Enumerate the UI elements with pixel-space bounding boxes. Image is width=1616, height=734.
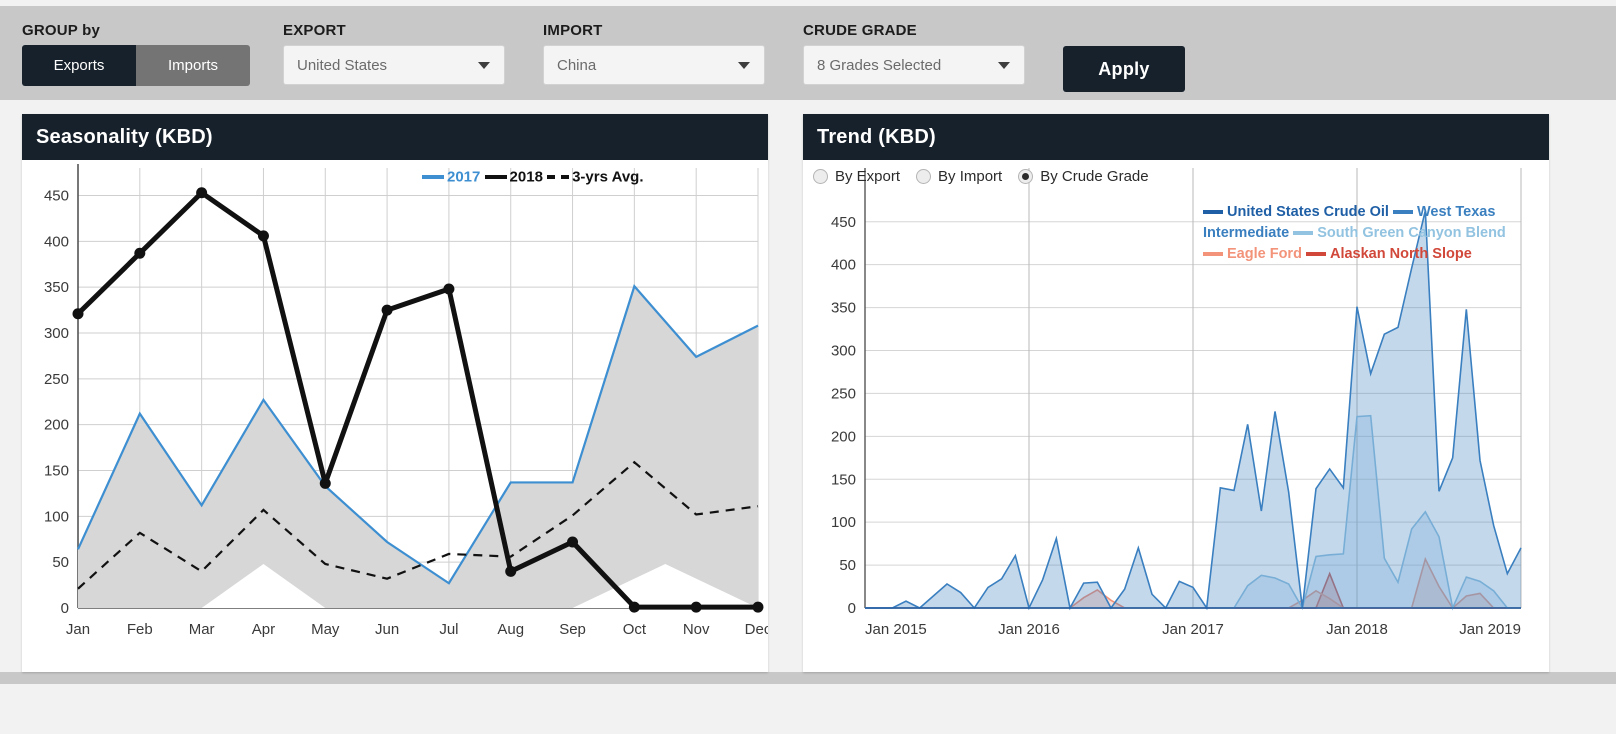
svg-text:400: 400	[44, 233, 69, 250]
import-select-value: China	[557, 56, 597, 74]
chevron-down-icon	[998, 62, 1010, 69]
crude-grade-control: CRUDE GRADE 8 Grades Selected	[803, 22, 1025, 85]
seasonality-panel-title: Seasonality (KBD)	[36, 125, 213, 148]
export-select[interactable]: United States	[283, 45, 505, 85]
import-select[interactable]: China	[543, 45, 765, 85]
svg-text:Feb: Feb	[127, 621, 153, 638]
radio-circle-icon	[813, 169, 828, 184]
svg-text:Nov: Nov	[683, 621, 710, 638]
dashboard-root: GROUP by Exports Imports EXPORT United S…	[0, 0, 1616, 734]
svg-text:Oct: Oct	[623, 621, 647, 638]
svg-text:Jan: Jan	[66, 621, 90, 638]
svg-text:100: 100	[44, 508, 69, 525]
svg-text:0: 0	[848, 600, 856, 617]
trend-panel-title: Trend (KBD)	[817, 125, 936, 148]
svg-text:50: 50	[52, 554, 69, 571]
chevron-down-icon	[478, 62, 490, 69]
svg-text:0: 0	[61, 600, 69, 617]
svg-text:150: 150	[831, 471, 856, 488]
trend-group-radios: By Export By Import By Crude Grade	[813, 168, 1155, 185]
svg-text:400: 400	[831, 257, 856, 274]
crude-grade-select[interactable]: 8 Grades Selected	[803, 45, 1025, 85]
apply-control: Apply	[1063, 46, 1185, 92]
svg-text:Jul: Jul	[439, 621, 458, 638]
svg-text:Aug: Aug	[497, 621, 524, 638]
svg-text:100: 100	[831, 514, 856, 531]
svg-text:250: 250	[44, 371, 69, 388]
svg-text:450: 450	[44, 188, 69, 205]
svg-text:Sep: Sep	[559, 621, 586, 638]
radio-by-import[interactable]: By Import	[916, 168, 1002, 185]
radio-by-crude-grade[interactable]: By Crude Grade	[1018, 168, 1149, 185]
seasonality-panel: Seasonality (KBD) 2017 2018 3-yrs Avg. 5…	[22, 114, 772, 672]
seasonality-panel-header: Seasonality (KBD)	[22, 114, 768, 160]
radio-circle-selected-icon	[1018, 169, 1034, 184]
svg-text:Apr: Apr	[252, 621, 275, 638]
trend-panel-header: Trend (KBD)	[803, 114, 1549, 160]
svg-text:50: 50	[839, 557, 856, 574]
radio-circle-icon	[916, 169, 932, 184]
svg-text:350: 350	[44, 279, 69, 296]
svg-text:Jan 2019: Jan 2019	[1459, 621, 1521, 638]
svg-text:Jan 2017: Jan 2017	[1162, 621, 1224, 638]
svg-text:150: 150	[44, 463, 69, 480]
svg-text:Jan 2016: Jan 2016	[998, 621, 1060, 638]
trend-chart-body: By Export By Import By Crude Grade Unite…	[803, 160, 1549, 672]
svg-text:350: 350	[831, 300, 856, 317]
apply-button[interactable]: Apply	[1063, 46, 1185, 92]
import-label: IMPORT	[543, 22, 603, 39]
radio-by-export[interactable]: By Export	[813, 168, 900, 185]
group-by-segmented-control[interactable]: Exports Imports	[22, 45, 250, 86]
svg-text:250: 250	[831, 385, 856, 402]
svg-text:May: May	[311, 621, 340, 638]
export-select-value: United States	[297, 56, 388, 74]
radio-by-export-label: By Export	[835, 168, 901, 185]
svg-text:Jan 2015: Jan 2015	[865, 621, 927, 638]
page-footer-strip	[0, 684, 1616, 734]
group-by-label: GROUP by	[22, 22, 101, 39]
chevron-down-icon	[738, 62, 750, 69]
svg-text:300: 300	[831, 343, 856, 360]
radio-by-crude-grade-label: By Crude Grade	[1040, 168, 1149, 185]
svg-text:450: 450	[831, 214, 856, 231]
svg-text:200: 200	[831, 428, 856, 445]
seasonality-legend: 2017 2018 3-yrs Avg.	[422, 168, 644, 186]
trend-legend: United States Crude Oil West Texas Inter…	[1203, 204, 1506, 262]
svg-text:Dec: Dec	[745, 621, 768, 638]
tab-imports[interactable]: Imports	[136, 45, 250, 86]
seasonality-chart[interactable]: 50 100 150 200 250 300 350 400 450 0 Jan Feb Mar Apr M…	[22, 160, 772, 672]
svg-text:200: 200	[44, 417, 69, 434]
seasonality-chart-body: 2017 2018 3-yrs Avg. 50 100 150 200 250 300 35…	[22, 160, 772, 672]
svg-text:300: 300	[44, 325, 69, 342]
crude-grade-select-value: 8 Grades Selected	[817, 56, 942, 74]
import-control: IMPORT China	[543, 22, 765, 85]
export-control: EXPORT United States	[283, 22, 505, 85]
trend-panel: Trend (KBD) By Export By Import By Crude…	[803, 114, 1549, 672]
radio-by-import-label: By Import	[938, 168, 1003, 185]
svg-text:Jan 2018: Jan 2018	[1326, 621, 1388, 638]
group-by-control: GROUP by Exports Imports	[22, 22, 250, 86]
svg-text:Mar: Mar	[189, 621, 215, 638]
svg-text:Jun: Jun	[375, 621, 399, 638]
tab-exports[interactable]: Exports	[22, 45, 136, 86]
crude-grade-label: CRUDE GRADE	[803, 22, 917, 39]
export-label: EXPORT	[283, 22, 346, 39]
